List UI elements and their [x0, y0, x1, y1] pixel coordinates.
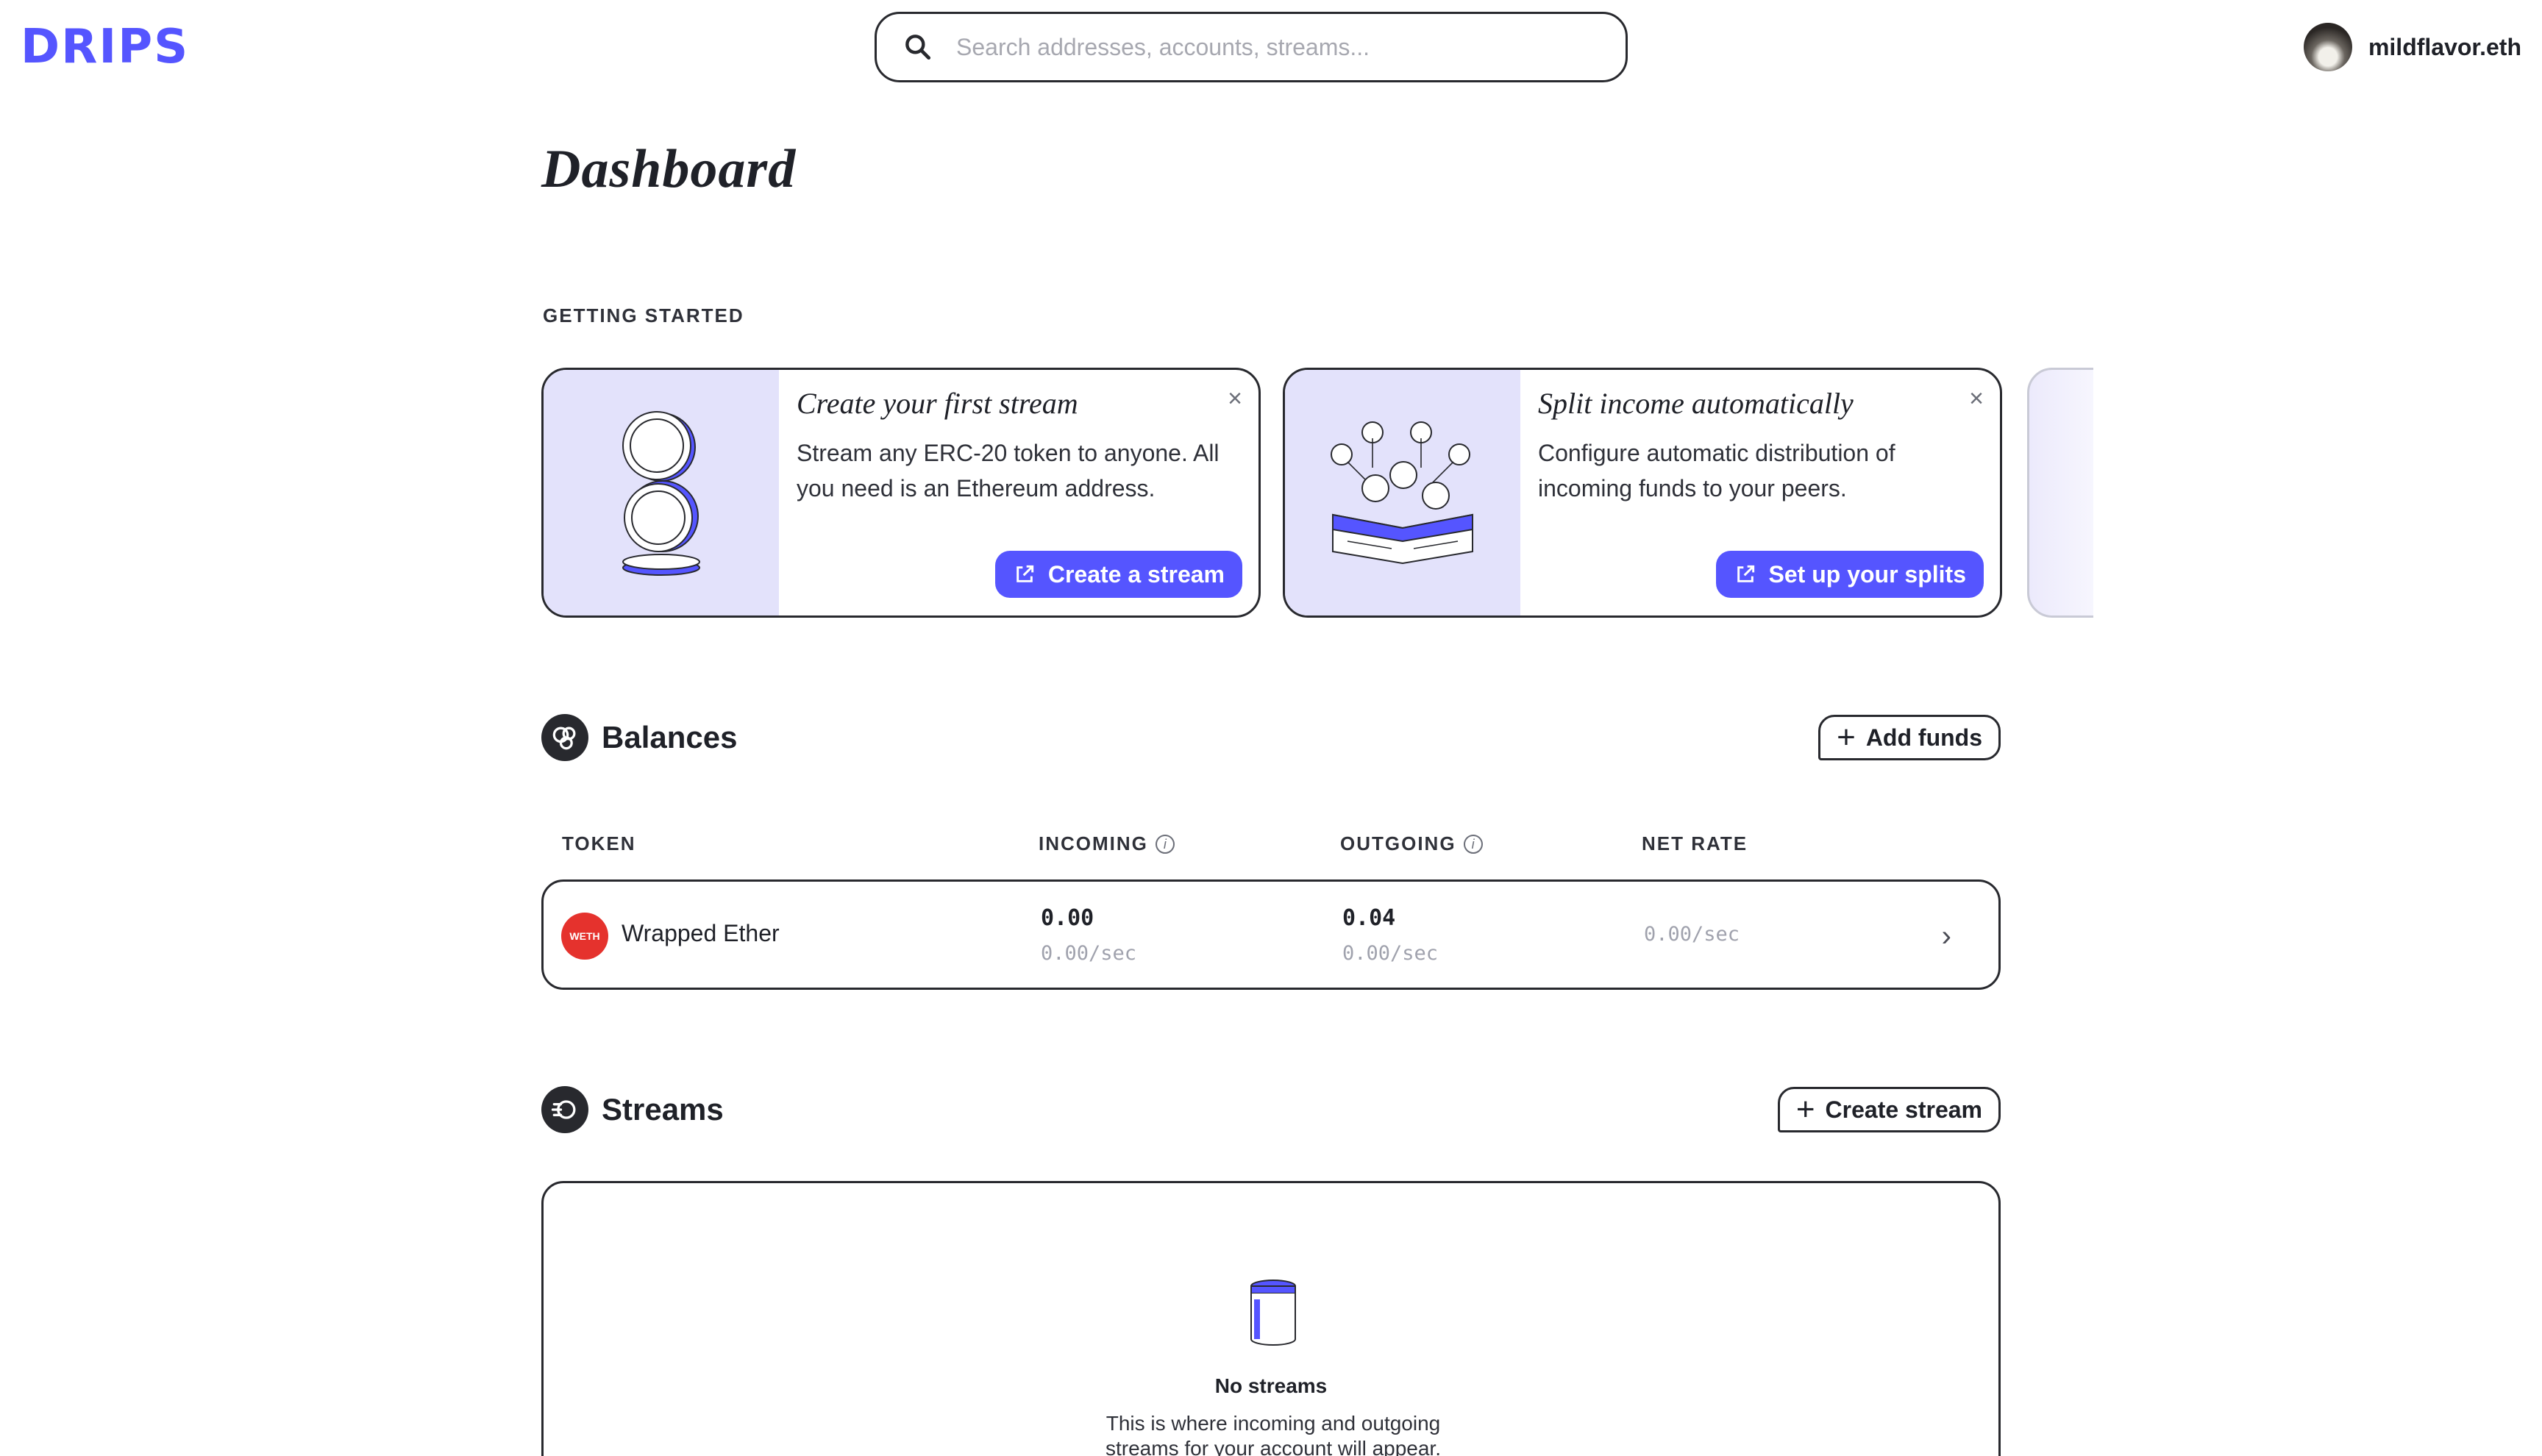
coins-illustration [544, 370, 779, 615]
user-menu[interactable]: mildflavor.eth [2303, 22, 2521, 72]
close-icon[interactable]: × [1228, 386, 1242, 411]
column-incoming-label: INCOMING [1039, 832, 1148, 854]
drips-logo[interactable]: DRIPS [21, 21, 189, 74]
avatar[interactable] [2303, 23, 2352, 71]
column-incoming: INCOMING i [1039, 832, 1175, 855]
weth-token-icon: WETH [561, 913, 608, 960]
incoming-rate: 0.00/sec [1041, 942, 1137, 965]
add-funds-label: Add funds [1865, 724, 1982, 751]
info-icon[interactable]: i [1155, 834, 1175, 854]
empty-description: This is where incoming and outgoing stre… [1106, 1412, 1441, 1456]
getting-started-cards: Create your first stream Stream any ERC-… [541, 368, 2093, 619]
external-link-icon [1017, 565, 1033, 582]
column-token: TOKEN [562, 832, 636, 854]
card-create-stream: Create your first stream Stream any ERC-… [541, 368, 1261, 618]
column-net-rate: NET RATE [1642, 832, 1748, 854]
card-split-income: Split income automatically Configure aut… [1283, 368, 2002, 618]
cta-label: Create a stream [1047, 560, 1225, 588]
card-next-peek[interactable] [2027, 368, 2093, 618]
search-icon [905, 35, 931, 60]
card-description: Stream any ERC-20 token to anyone. All y… [797, 440, 1220, 502]
cta-label: Set up your splits [1768, 560, 1966, 588]
empty-jar-icon [1250, 1280, 1296, 1346]
plus-icon: + [1795, 1091, 1815, 1127]
set-up-splits-button[interactable]: Set up your splits [1715, 551, 1984, 598]
balances-table-header: TOKEN INCOMING i OUTGOING i NET RATE [541, 832, 2001, 857]
streams-title: Streams [602, 1092, 724, 1127]
coins-icon [541, 714, 588, 761]
external-link-icon [1737, 565, 1754, 582]
info-icon[interactable]: i [1463, 834, 1483, 854]
card-title: Create your first stream [797, 387, 1078, 420]
close-icon[interactable]: × [1969, 386, 1984, 411]
create-stream-label: Create stream [1825, 1096, 1982, 1123]
outgoing-rate: 0.00/sec [1342, 942, 1439, 965]
user-name[interactable]: mildflavor.eth [2368, 34, 2521, 61]
column-outgoing-label: OUTGOING [1340, 832, 1456, 854]
balances-title: Balances [602, 720, 738, 754]
stream-icon [541, 1086, 588, 1133]
outgoing-amount: 0.04 [1342, 905, 1396, 931]
chevron-right-icon[interactable]: › [1942, 920, 1951, 953]
streams-header: Streams + Create stream [541, 1084, 2001, 1135]
card-description: Configure automatic distribution of inco… [1538, 440, 1895, 502]
create-a-stream-button[interactable]: Create a stream [994, 551, 1242, 598]
incoming-amount: 0.00 [1041, 905, 1094, 931]
create-stream-button[interactable]: + Create stream [1777, 1087, 2001, 1132]
page-title: Dashboard [541, 139, 797, 199]
empty-title: No streams [1214, 1374, 1328, 1397]
getting-started-label: GETTING STARTED [543, 304, 744, 326]
streams-empty-state: No streams This is where incoming and ou… [541, 1181, 2001, 1456]
column-outgoing: OUTGOING i [1340, 832, 1483, 855]
table-row[interactable]: WETH Wrapped Ether 0.00 0.00/sec 0.04 0.… [541, 879, 2001, 990]
net-rate: 0.00/sec [1644, 923, 1740, 946]
add-funds-button[interactable]: + Add funds [1818, 715, 2001, 760]
splits-illustration [1285, 370, 1520, 615]
search-input[interactable] [956, 33, 1603, 61]
card-title: Split income automatically [1538, 387, 1854, 420]
balances-header: Balances + Add funds [541, 712, 2001, 763]
token-name: Wrapped Ether [622, 920, 780, 946]
plus-icon: + [1837, 719, 1856, 755]
search-bar[interactable] [875, 12, 1628, 82]
